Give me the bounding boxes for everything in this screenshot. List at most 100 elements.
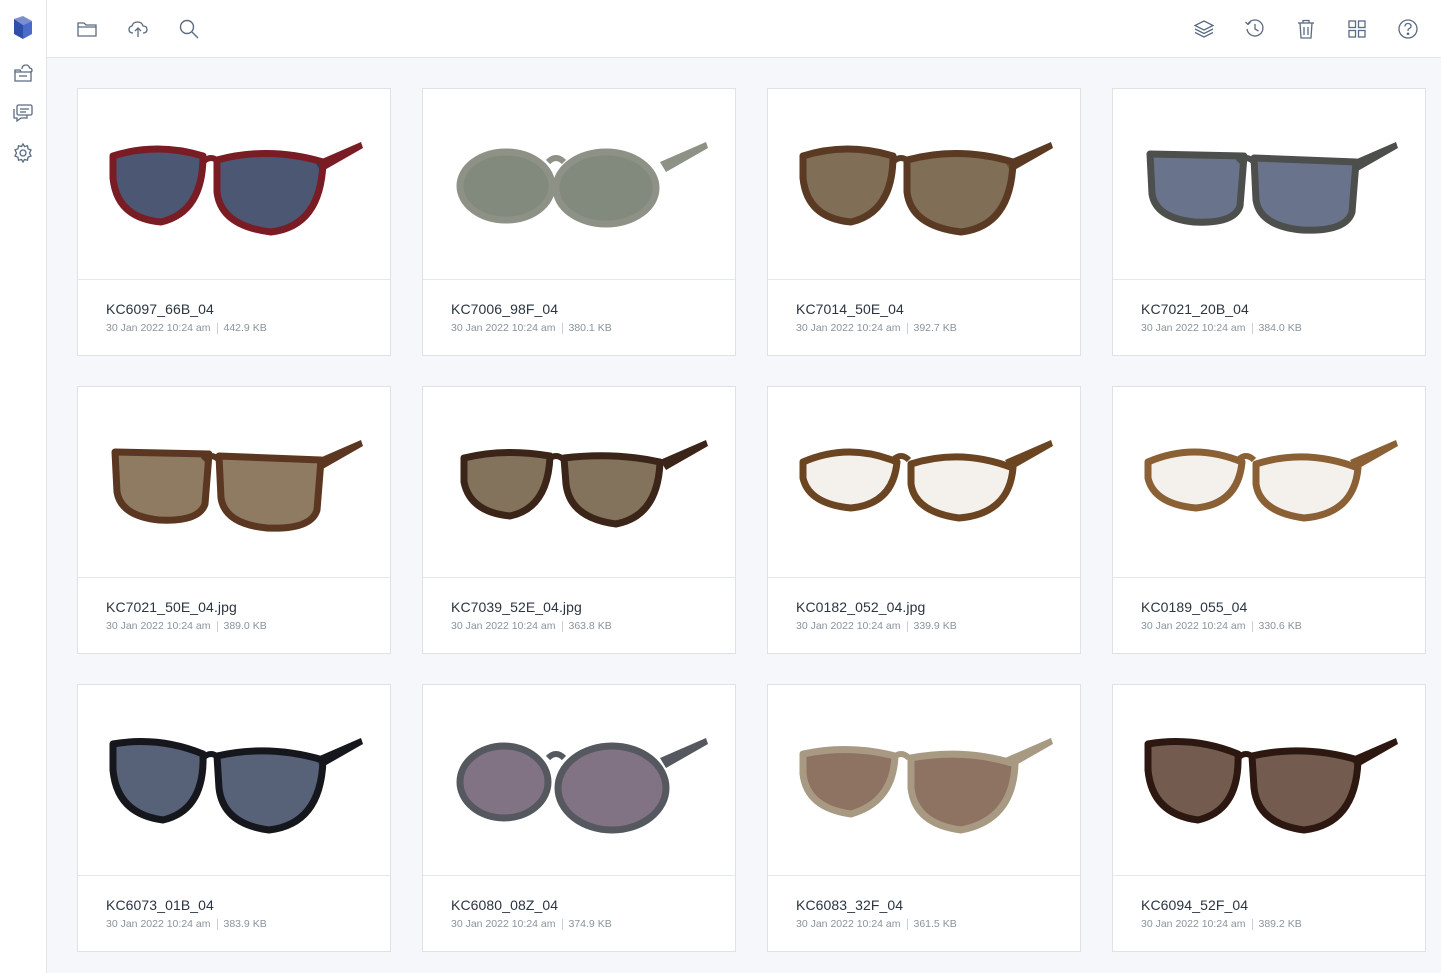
file-date: 30 Jan 2022 10:24 am bbox=[451, 322, 556, 334]
file-card[interactable]: KC7021_20B_04 30 Jan 2022 10:24 am 384.0 K… bbox=[1112, 88, 1426, 356]
file-meta: KC6094_52F_04 30 Jan 2022 10:24 am 389.2 K… bbox=[1113, 876, 1425, 930]
grid-view-icon[interactable] bbox=[1343, 15, 1371, 43]
file-name[interactable]: KC7006_98F_04 bbox=[451, 301, 735, 319]
file-name[interactable]: KC7014_50E_04 bbox=[796, 301, 1080, 319]
file-details: 30 Jan 2022 10:24 am 380.1 KB bbox=[451, 322, 735, 334]
file-thumbnail[interactable] bbox=[768, 387, 1080, 578]
file-name[interactable]: KC7021_20B_04 bbox=[1141, 301, 1425, 319]
file-details: 30 Jan 2022 10:24 am 363.8 KB bbox=[451, 620, 735, 632]
sunglasses-image bbox=[460, 440, 708, 528]
file-date: 30 Jan 2022 10:24 am bbox=[796, 620, 901, 632]
file-meta: KC7021_50E_04.jpg 30 Jan 2022 10:24 am 389… bbox=[78, 578, 390, 632]
file-name[interactable]: KC6080_08Z_04 bbox=[451, 897, 735, 915]
file-date: 30 Jan 2022 10:24 am bbox=[451, 620, 556, 632]
sunglasses-image bbox=[456, 738, 708, 834]
file-name[interactable]: KC6073_01B_04 bbox=[106, 897, 390, 915]
file-name[interactable]: KC7021_50E_04.jpg bbox=[106, 599, 390, 617]
file-size: 361.5 KB bbox=[913, 918, 957, 930]
file-thumbnail[interactable] bbox=[78, 387, 390, 578]
file-meta: KC6073_01B_04 30 Jan 2022 10:24 am 383.9 K… bbox=[78, 876, 390, 930]
file-thumbnail[interactable] bbox=[423, 685, 735, 876]
top-toolbar bbox=[47, 0, 1441, 58]
history-icon[interactable] bbox=[1241, 15, 1269, 43]
file-date: 30 Jan 2022 10:24 am bbox=[1141, 322, 1246, 334]
layers-icon[interactable] bbox=[1190, 15, 1218, 43]
file-thumbnail[interactable] bbox=[78, 89, 390, 280]
file-thumbnail[interactable] bbox=[768, 685, 1080, 876]
folder-icon[interactable] bbox=[73, 15, 101, 43]
file-card[interactable]: KC7014_50E_04 30 Jan 2022 10:24 am 392.7 K… bbox=[767, 88, 1081, 356]
logo-icon[interactable] bbox=[10, 15, 36, 41]
divider bbox=[1251, 620, 1253, 632]
file-meta: KC6097_66B_04 30 Jan 2022 10:24 am 442.9 K… bbox=[78, 280, 390, 334]
file-meta: KC7006_98F_04 30 Jan 2022 10:24 am 380.1 K… bbox=[423, 280, 735, 334]
gear-icon[interactable] bbox=[10, 140, 36, 166]
cloud-upload-icon[interactable] bbox=[124, 15, 152, 43]
file-card[interactable]: KC0182_052_04.jpg 30 Jan 2022 10:24 am 339… bbox=[767, 386, 1081, 654]
file-meta: KC6083_32F_04 30 Jan 2022 10:24 am 361.5 K… bbox=[768, 876, 1080, 930]
file-card[interactable]: KC6080_08Z_04 30 Jan 2022 10:24 am 374.9 K… bbox=[422, 684, 736, 952]
file-card[interactable]: KC6073_01B_04 30 Jan 2022 10:24 am 383.9 K… bbox=[77, 684, 391, 952]
sunglasses-image bbox=[109, 738, 363, 834]
file-size: 389.2 KB bbox=[1258, 918, 1302, 930]
divider bbox=[906, 620, 908, 632]
file-date: 30 Jan 2022 10:24 am bbox=[1141, 918, 1246, 930]
file-thumbnail[interactable] bbox=[1113, 89, 1425, 280]
file-size: 339.9 KB bbox=[913, 620, 957, 632]
file-meta: KC7039_52E_04.jpg 30 Jan 2022 10:24 am 363… bbox=[423, 578, 735, 632]
file-thumbnail[interactable] bbox=[78, 685, 390, 876]
divider bbox=[216, 918, 218, 930]
help-icon[interactable] bbox=[1394, 15, 1422, 43]
file-details: 30 Jan 2022 10:24 am 361.5 KB bbox=[796, 918, 1080, 930]
file-grid: KC6097_66B_04 30 Jan 2022 10:24 am 442.9 K… bbox=[77, 88, 1426, 952]
file-meta: KC0182_052_04.jpg 30 Jan 2022 10:24 am 339… bbox=[768, 578, 1080, 632]
file-name[interactable]: KC0189_055_04 bbox=[1141, 599, 1425, 617]
file-details: 30 Jan 2022 10:24 am 442.9 KB bbox=[106, 322, 390, 334]
file-details: 30 Jan 2022 10:24 am 389.2 KB bbox=[1141, 918, 1425, 930]
file-card[interactable]: KC6094_52F_04 30 Jan 2022 10:24 am 389.2 K… bbox=[1112, 684, 1426, 952]
file-card[interactable]: KC0189_055_04 30 Jan 2022 10:24 am 330.6 K… bbox=[1112, 386, 1426, 654]
file-details: 30 Jan 2022 10:24 am 392.7 KB bbox=[796, 322, 1080, 334]
file-thumbnail[interactable] bbox=[768, 89, 1080, 280]
file-date: 30 Jan 2022 10:24 am bbox=[106, 322, 211, 334]
chat-icon[interactable] bbox=[10, 100, 36, 126]
file-size: 389.0 KB bbox=[223, 620, 267, 632]
file-thumbnail[interactable] bbox=[1113, 685, 1425, 876]
file-name[interactable]: KC7039_52E_04.jpg bbox=[451, 599, 735, 617]
divider bbox=[561, 918, 563, 930]
file-card[interactable]: KC7039_52E_04.jpg 30 Jan 2022 10:24 am 363… bbox=[422, 386, 736, 654]
file-meta: KC6080_08Z_04 30 Jan 2022 10:24 am 374.9 K… bbox=[423, 876, 735, 930]
file-size: 330.6 KB bbox=[1258, 620, 1302, 632]
cloud-folder-icon[interactable] bbox=[10, 60, 36, 86]
file-card[interactable]: KC6083_32F_04 30 Jan 2022 10:24 am 361.5 K… bbox=[767, 684, 1081, 952]
file-name[interactable]: KC0182_052_04.jpg bbox=[796, 599, 1080, 617]
file-card[interactable]: KC7006_98F_04 30 Jan 2022 10:24 am 380.1 K… bbox=[422, 88, 736, 356]
file-name[interactable]: KC6083_32F_04 bbox=[796, 897, 1080, 915]
file-thumbnail[interactable] bbox=[423, 387, 735, 578]
file-date: 30 Jan 2022 10:24 am bbox=[796, 918, 901, 930]
file-name[interactable]: KC6094_52F_04 bbox=[1141, 897, 1425, 915]
file-name[interactable]: KC6097_66B_04 bbox=[106, 301, 390, 319]
divider bbox=[216, 620, 218, 632]
file-thumbnail[interactable] bbox=[423, 89, 735, 280]
file-date: 30 Jan 2022 10:24 am bbox=[1141, 620, 1246, 632]
divider bbox=[216, 322, 218, 334]
file-card[interactable]: KC6097_66B_04 30 Jan 2022 10:24 am 442.9 K… bbox=[77, 88, 391, 356]
divider bbox=[906, 322, 908, 334]
file-details: 30 Jan 2022 10:24 am 383.9 KB bbox=[106, 918, 390, 930]
file-details: 30 Jan 2022 10:24 am 374.9 KB bbox=[451, 918, 735, 930]
trash-icon[interactable] bbox=[1292, 15, 1320, 43]
sunglasses-image bbox=[456, 142, 708, 228]
sunglasses-image bbox=[109, 142, 363, 236]
sunglasses-image bbox=[799, 440, 1053, 522]
divider bbox=[561, 322, 563, 334]
divider bbox=[1251, 322, 1253, 334]
file-card[interactable]: KC7021_50E_04.jpg 30 Jan 2022 10:24 am 389… bbox=[77, 386, 391, 654]
divider bbox=[561, 620, 563, 632]
search-icon[interactable] bbox=[175, 15, 203, 43]
file-thumbnail[interactable] bbox=[1113, 387, 1425, 578]
sunglasses-image bbox=[111, 440, 363, 532]
divider bbox=[906, 918, 908, 930]
file-meta: KC7021_20B_04 30 Jan 2022 10:24 am 384.0 K… bbox=[1113, 280, 1425, 334]
file-size: 374.9 KB bbox=[568, 918, 612, 930]
